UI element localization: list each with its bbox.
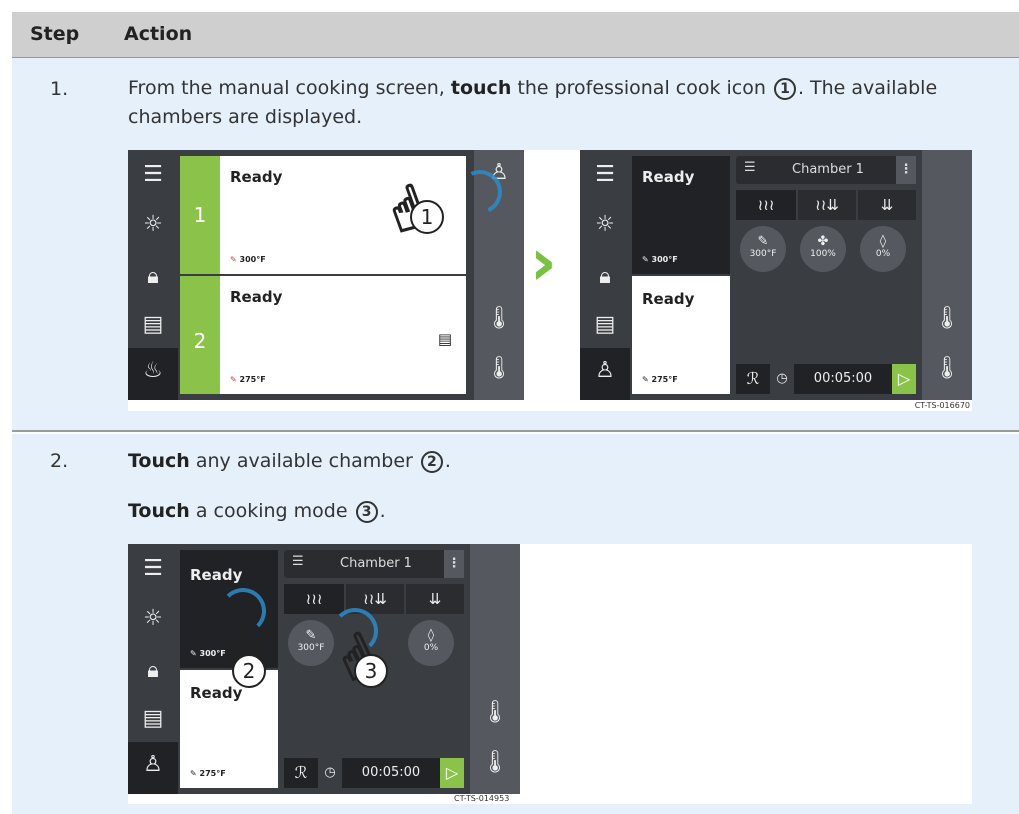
right-sidebar: 🌡︎ 🌡︎ (470, 544, 520, 794)
oven-screen-before: ☰ ☼ 🔒︎ ▤ ♨ 1 2 Ready ✎ 300°F Ready ▤ ✎ 2… (128, 150, 524, 400)
professional-cook-icon[interactable]: ♙ (128, 742, 178, 794)
settings-sliders-icon[interactable]: ☰ (744, 160, 756, 175)
mode-steam[interactable]: ≀≀≀ (284, 584, 344, 614)
menu-icon[interactable]: ☰ (128, 152, 178, 198)
light-icon[interactable]: ☼ (580, 202, 630, 248)
step-row-2: 2. Touch any available chamber 2. Touch … (12, 434, 1019, 814)
chamber-selector[interactable]: ☰ Chamber 1 ⋮ (736, 156, 916, 184)
step-text: Touch any available chamber 2. (128, 450, 451, 473)
fan-knob[interactable]: ✤ 100% (800, 226, 846, 272)
left-sidebar: ☰ ☼ 🔒︎ ▤ ♨ (128, 150, 178, 400)
mode-convection[interactable]: ⇊ (858, 190, 916, 220)
temperature-knob[interactable]: ✎ 300°F (740, 226, 786, 272)
more-options-icon[interactable]: ⋮ (896, 156, 916, 184)
chamber-2-card[interactable]: Ready ✎ 275°F (180, 670, 278, 788)
menu-icon[interactable]: ☰ (580, 152, 630, 198)
callout-1-marker: 1 (410, 200, 444, 234)
step-number: 1. (50, 78, 69, 100)
callout-2: 2 (420, 450, 443, 473)
mode-convection[interactable]: ⇊ (406, 584, 464, 614)
oven-screen-select: ☰ ☼ 🔒︎ ▤ ♙ Ready ✎ 300°F Ready ✎ 275°F ☰… (128, 544, 520, 794)
settings-sliders-icon[interactable]: ☰ (292, 554, 304, 569)
clock-icon[interactable]: ◷ (770, 364, 794, 394)
mode-combi[interactable]: ≀≀⇊ (798, 190, 856, 220)
temperature-knob[interactable]: ✎ 300°F (288, 620, 334, 666)
chamber-selector[interactable]: ☰ Chamber 1 ⋮ (284, 550, 464, 578)
timer-display[interactable]: 00:05:00 (342, 758, 440, 788)
thermometer-up-icon[interactable]: 🌡︎ (474, 306, 524, 331)
thermometer-up-icon[interactable]: 🌡︎ (922, 306, 972, 331)
thermometer-up-icon[interactable]: 🌡︎ (470, 700, 520, 725)
oven-screen-after: ☰ ☼ 🔒︎ ▤ ♙ Ready ✎ 300°F Ready ✎ 275°F ☰… (580, 150, 972, 400)
figure-2: ☰ ☼ 🔒︎ ▤ ♙ Ready ✎ 300°F Ready ✎ 275°F ☰… (128, 544, 972, 804)
figure-code: CT-TS-016670 (914, 401, 970, 410)
step-text: From the manual cooking screen, touch th… (128, 77, 938, 128)
callout-2-marker: 2 (232, 654, 266, 688)
timer-display[interactable]: 00:05:00 (794, 364, 892, 394)
lock-icon[interactable]: 🔒︎ (580, 254, 630, 300)
chef-hat-icon[interactable]: ♨ (128, 348, 178, 400)
lock-icon[interactable]: 🔒︎ (128, 648, 178, 694)
recipe-icon[interactable]: ▤ (128, 302, 178, 348)
probe-icon[interactable]: ℛ (736, 364, 770, 394)
recipe-icon[interactable]: ▤ (128, 696, 178, 742)
callout-3-marker: 3 (354, 654, 388, 688)
step-column-header: Step (30, 23, 80, 45)
thermometer-down-icon[interactable]: 🌡︎ (470, 750, 520, 775)
callout-3: 3 (355, 500, 378, 523)
action-column-header: Action (124, 23, 193, 45)
more-options-icon[interactable]: ⋮ (444, 550, 464, 578)
lock-icon[interactable]: 🔒︎ (128, 254, 178, 300)
callout-1: 1 (773, 77, 796, 100)
clock-icon[interactable]: ◷ (318, 758, 342, 788)
table-header: Step Action (12, 12, 1019, 58)
thermometer-down-icon[interactable]: 🌡︎ (922, 356, 972, 381)
figure-1: ☰ ☼ 🔒︎ ▤ ♨ 1 2 Ready ✎ 300°F Ready ▤ ✎ 2… (128, 150, 972, 411)
right-sidebar: 🌡︎ 🌡︎ (922, 150, 972, 400)
double-chevron-right-icon: ›› (530, 226, 550, 300)
chamber-1-number: 1 (180, 156, 220, 274)
professional-cook-icon[interactable]: ♙ (580, 348, 630, 400)
chamber-1-card[interactable]: Ready ✎ 300°F (632, 156, 730, 274)
recipe-icon: ▤ (437, 330, 452, 348)
chamber-2-number: 2 (180, 276, 220, 394)
left-sidebar: ☰ ☼ 🔒︎ ▤ ♙ (580, 150, 630, 400)
chamber-2-card[interactable]: Ready ▤ ✎ 275°F (220, 276, 466, 394)
step-row-1: 1. From the manual cooking screen, touch… (12, 58, 1019, 432)
start-play-icon[interactable]: ▷ (892, 364, 916, 394)
mode-steam[interactable]: ≀≀≀ (736, 190, 796, 220)
figure-code: CT-TS-014953 (454, 794, 510, 803)
thermometer-down-icon[interactable]: 🌡︎ (474, 356, 524, 381)
light-icon[interactable]: ☼ (128, 596, 178, 642)
start-play-icon[interactable]: ▷ (440, 758, 464, 788)
step-text-2: Touch a cooking mode 3. (128, 500, 386, 523)
humidity-knob[interactable]: ◊ 0% (408, 620, 454, 666)
step-number: 2. (50, 450, 69, 472)
left-sidebar: ☰ ☼ 🔒︎ ▤ ♙ (128, 544, 178, 794)
probe-icon[interactable]: ℛ (284, 758, 318, 788)
humidity-knob[interactable]: ◊ 0% (860, 226, 906, 272)
menu-icon[interactable]: ☰ (128, 546, 178, 592)
recipe-icon[interactable]: ▤ (580, 302, 630, 348)
chamber-2-card[interactable]: Ready ✎ 275°F (632, 276, 730, 394)
light-icon[interactable]: ☼ (128, 202, 178, 248)
